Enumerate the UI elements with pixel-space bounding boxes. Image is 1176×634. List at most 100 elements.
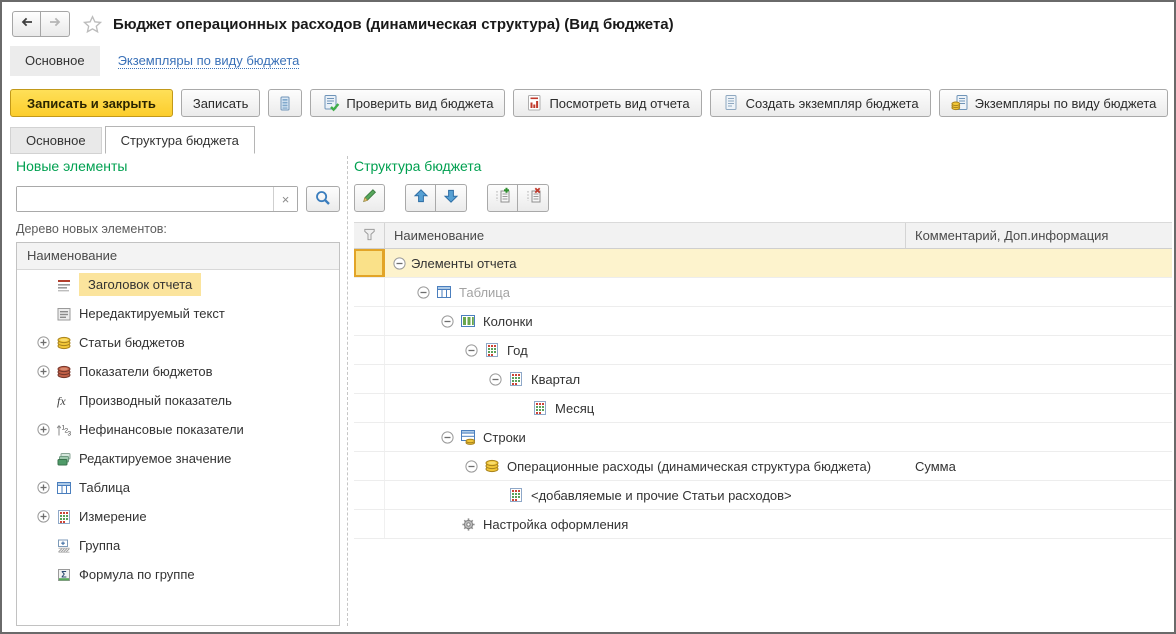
- row-marker-cell[interactable]: [354, 307, 385, 335]
- row-marker-cell[interactable]: [354, 423, 385, 451]
- expand-icon[interactable]: [37, 336, 55, 349]
- row-marker-cell[interactable]: [354, 365, 385, 393]
- save-button[interactable]: Записать: [180, 89, 261, 117]
- sigma-icon: Σ: [55, 567, 73, 583]
- new-element-label: Статьи бюджетов: [79, 335, 185, 350]
- save-and-close-button[interactable]: Записать и закрыть: [10, 89, 173, 117]
- arrow-up-icon: [413, 188, 429, 209]
- expand-icon[interactable]: [37, 510, 55, 523]
- layers-green-icon: [55, 451, 73, 467]
- new-element-row[interactable]: Измерение: [17, 502, 339, 531]
- structure-row[interactable]: Месяц: [354, 394, 1172, 423]
- svg-text:3: 3: [68, 430, 72, 437]
- delete-element-button[interactable]: [518, 184, 549, 212]
- structure-row[interactable]: Квартал: [354, 365, 1172, 394]
- new-element-row[interactable]: Таблица: [17, 473, 339, 502]
- expand-icon[interactable]: [37, 423, 55, 436]
- new-element-row[interactable]: Σ Формула по группе: [17, 560, 339, 589]
- move-down-button[interactable]: [436, 184, 467, 212]
- structure-row[interactable]: Таблица: [354, 278, 1172, 307]
- expand-icon[interactable]: [37, 365, 55, 378]
- history-nav: [12, 11, 70, 37]
- button-label: Создать экземпляр бюджета: [745, 95, 919, 111]
- left-column-header[interactable]: Наименование: [17, 243, 339, 270]
- collapse-icon[interactable]: [465, 343, 483, 357]
- collapse-icon[interactable]: [489, 372, 507, 386]
- new-element-row[interactable]: Редактируемое значение: [17, 444, 339, 473]
- new-element-row[interactable]: Группа: [17, 531, 339, 560]
- structure-item-label: Месяц: [555, 400, 595, 416]
- new-elements-panel: Новые элементы × Дерево новых элементов:…: [16, 156, 340, 626]
- panel-splitter[interactable]: [347, 156, 348, 626]
- edit-button[interactable]: [354, 184, 385, 212]
- more-report-structure-button[interactable]: [268, 89, 303, 117]
- name-cell: <добавляемые и прочие Статьи расходов>: [385, 487, 906, 503]
- favorite-star-icon[interactable]: [82, 14, 103, 35]
- table-blue-icon: [55, 480, 73, 496]
- table-columns-icon: [459, 313, 477, 329]
- current-row-marker[interactable]: [354, 249, 385, 277]
- new-element-row[interactable]: Статьи бюджетов: [17, 328, 339, 357]
- list-blue-icon: [277, 95, 293, 112]
- structure-row[interactable]: Год: [354, 336, 1172, 365]
- structure-row[interactable]: <добавляемые и прочие Статьи расходов>: [354, 481, 1172, 510]
- collapse-icon[interactable]: [393, 256, 411, 270]
- nav-tab-main[interactable]: Основное: [10, 46, 100, 76]
- title-bar: Бюджет операционных расходов (динамическ…: [12, 8, 1164, 40]
- instances-by-budget-view-button[interactable]: Экземпляры по виду бюджета: [938, 89, 1169, 117]
- structure-item-label: Таблица: [459, 284, 510, 300]
- comment-column-header[interactable]: Комментарий, Доп.информация: [906, 228, 1172, 243]
- name-cell: Строки: [385, 429, 906, 445]
- search-row: ×: [16, 186, 340, 212]
- row-marker-cell[interactable]: [354, 481, 385, 509]
- row-marker-cell[interactable]: [354, 394, 385, 422]
- structure-row[interactable]: Элементы отчета: [354, 249, 1172, 278]
- arrow-left-icon: [19, 14, 35, 35]
- structure-row[interactable]: Операционные расходы (динамическая струк…: [354, 452, 1172, 481]
- document-icon: [722, 94, 740, 112]
- back-button[interactable]: [12, 11, 41, 37]
- name-cell: Колонки: [385, 313, 906, 329]
- structure-row[interactable]: Колонки: [354, 307, 1172, 336]
- new-element-row[interactable]: Показатели бюджетов: [17, 357, 339, 386]
- search-button[interactable]: [306, 186, 340, 212]
- tab-budget-structure[interactable]: Структура бюджета: [104, 126, 255, 154]
- collapse-icon[interactable]: [441, 314, 459, 328]
- row-marker-cell[interactable]: [354, 278, 385, 306]
- new-element-label: Формула по группе: [79, 567, 195, 582]
- collapse-icon[interactable]: [417, 285, 435, 299]
- command-toolbar: Записать и закрыть Записать Проверить ви…: [10, 88, 1170, 118]
- structure-row[interactable]: Строки: [354, 423, 1172, 452]
- row-marker-cell[interactable]: [354, 336, 385, 364]
- check-budget-view-button[interactable]: Проверить вид бюджета: [310, 89, 506, 117]
- new-element-label: Группа: [79, 538, 121, 553]
- collapse-icon[interactable]: [441, 430, 459, 444]
- filter-header-cell[interactable]: [354, 223, 385, 248]
- group-plus-icon: [55, 538, 73, 554]
- row-marker-cell[interactable]: [354, 452, 385, 480]
- structure-toolbar: [354, 184, 1172, 212]
- forward-button[interactable]: [41, 11, 70, 37]
- expand-icon[interactable]: [37, 481, 55, 494]
- button-label: Посмотреть вид отчета: [549, 95, 690, 111]
- add-element-button[interactable]: [487, 184, 518, 212]
- new-element-row[interactable]: Нередактируемый текст: [17, 299, 339, 328]
- arrow-down-icon: [443, 188, 459, 209]
- grid-colored-icon: [507, 487, 525, 503]
- name-column-header[interactable]: Наименование: [385, 223, 906, 248]
- tab-main[interactable]: Основное: [10, 127, 102, 154]
- move-up-button[interactable]: [405, 184, 436, 212]
- create-budget-instance-button[interactable]: Создать экземпляр бюджета: [709, 89, 931, 117]
- magnifier-icon: [314, 189, 332, 210]
- collapse-icon[interactable]: [465, 459, 483, 473]
- nav-link-instances[interactable]: Экземпляры по виду бюджета: [117, 53, 300, 69]
- row-marker-cell[interactable]: [354, 510, 385, 538]
- new-element-row[interactable]: fx Производный показатель: [17, 386, 339, 415]
- new-element-row[interactable]: 1 2 3 Нефинансовые показатели: [17, 415, 339, 444]
- new-element-row[interactable]: Заголовок отчета: [17, 270, 339, 299]
- search-input[interactable]: [17, 187, 273, 211]
- page-title: Бюджет операционных расходов (динамическ…: [113, 15, 674, 33]
- view-report-button[interactable]: Посмотреть вид отчета: [513, 89, 702, 117]
- structure-row[interactable]: Настройка оформления: [354, 510, 1172, 539]
- clear-search-icon[interactable]: ×: [273, 187, 297, 211]
